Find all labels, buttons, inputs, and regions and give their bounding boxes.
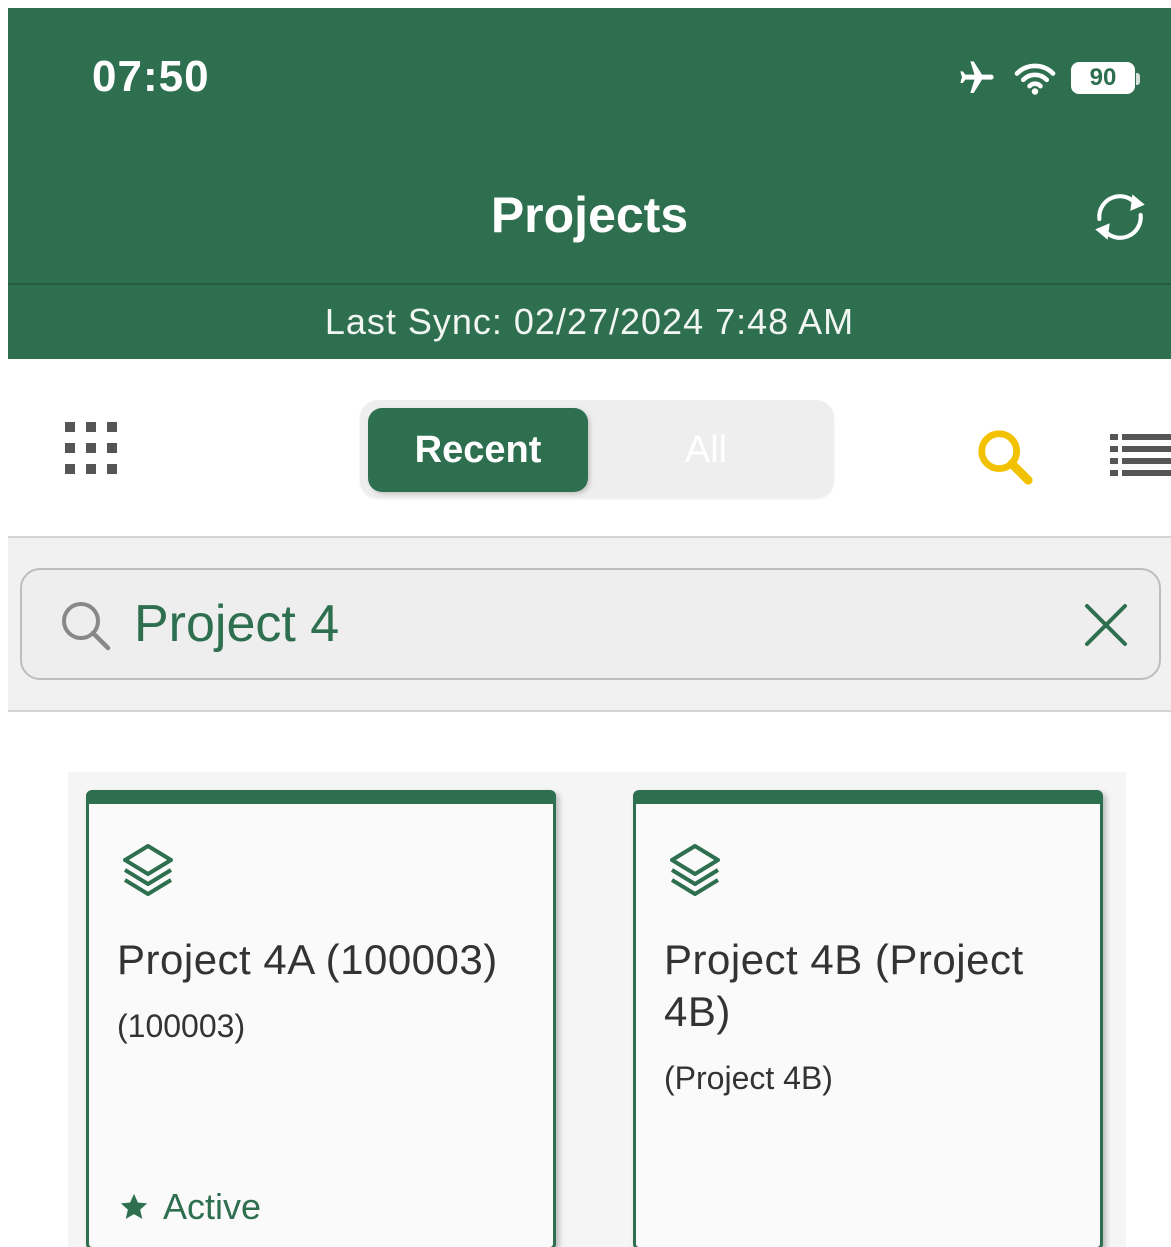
grid-icon-dot [107, 464, 117, 474]
page-title: Projects [490, 187, 689, 243]
search-section [8, 536, 1171, 712]
airplane-icon [960, 61, 994, 93]
grid-icon-dot [65, 464, 75, 474]
project-status: Active [119, 1186, 261, 1228]
layers-icon [670, 844, 720, 896]
grid-icon-dot [107, 443, 117, 453]
layers-icon [123, 844, 173, 896]
tab-all[interactable]: All [596, 408, 816, 492]
grid-icon-dot [65, 443, 75, 453]
project-card[interactable]: Project 4B (Project 4B) (Project 4B) [633, 790, 1103, 1247]
project-name: Project 4A (100003) [117, 936, 498, 983]
status-icons: 90 [955, 56, 1140, 100]
list-icon-bullet [1110, 446, 1118, 452]
last-sync-text: Last Sync: 02/27/2024 7:48 AM [8, 283, 1171, 359]
list-icon-bullet [1110, 470, 1118, 476]
grid-icon-dot [86, 422, 96, 432]
grid-icon-dot [86, 464, 96, 474]
grid-view-button[interactable] [65, 422, 117, 474]
search-field-icon [62, 602, 111, 651]
close-icon[interactable] [1081, 600, 1131, 650]
list-icon-bullet [1110, 458, 1118, 464]
list-icon-line [1122, 470, 1171, 476]
project-name: Project 4B (Project 4B) [664, 936, 1024, 1035]
list-icon-line [1122, 458, 1171, 464]
list-view-button[interactable] [1110, 426, 1171, 482]
search-icon[interactable] [974, 426, 1036, 488]
tab-recent[interactable]: Recent [368, 408, 588, 492]
sync-icon[interactable] [1087, 184, 1153, 250]
project-code: (Project 4B) [664, 1060, 833, 1096]
battery-level: 90 [1089, 64, 1117, 91]
project-card[interactable]: Project 4A (100003) (100003) Active [86, 790, 556, 1247]
search-input[interactable] [134, 582, 1034, 666]
grid-icon-dot [86, 443, 96, 453]
project-code: (100003) [117, 1008, 246, 1044]
list-icon-bullet [1110, 434, 1118, 440]
app-header: 07:50 90 Projects Last Sync: 02/27/2024 … [8, 8, 1171, 359]
status-time: 07:50 [92, 52, 210, 101]
search-field [20, 568, 1161, 680]
battery-icon: 90 [1071, 62, 1140, 94]
star-icon [120, 1193, 148, 1219]
recent-all-toggle: Recent All [360, 400, 834, 498]
list-icon-line [1122, 434, 1171, 440]
grid-icon-dot [65, 422, 75, 432]
list-icon-line [1122, 446, 1171, 452]
project-status-label: Active [163, 1186, 262, 1227]
grid-icon-dot [107, 422, 117, 432]
wifi-icon [1014, 63, 1056, 95]
app-screen: 07:50 90 Projects Last Sync: 02/27/2024 … [8, 8, 1171, 1247]
